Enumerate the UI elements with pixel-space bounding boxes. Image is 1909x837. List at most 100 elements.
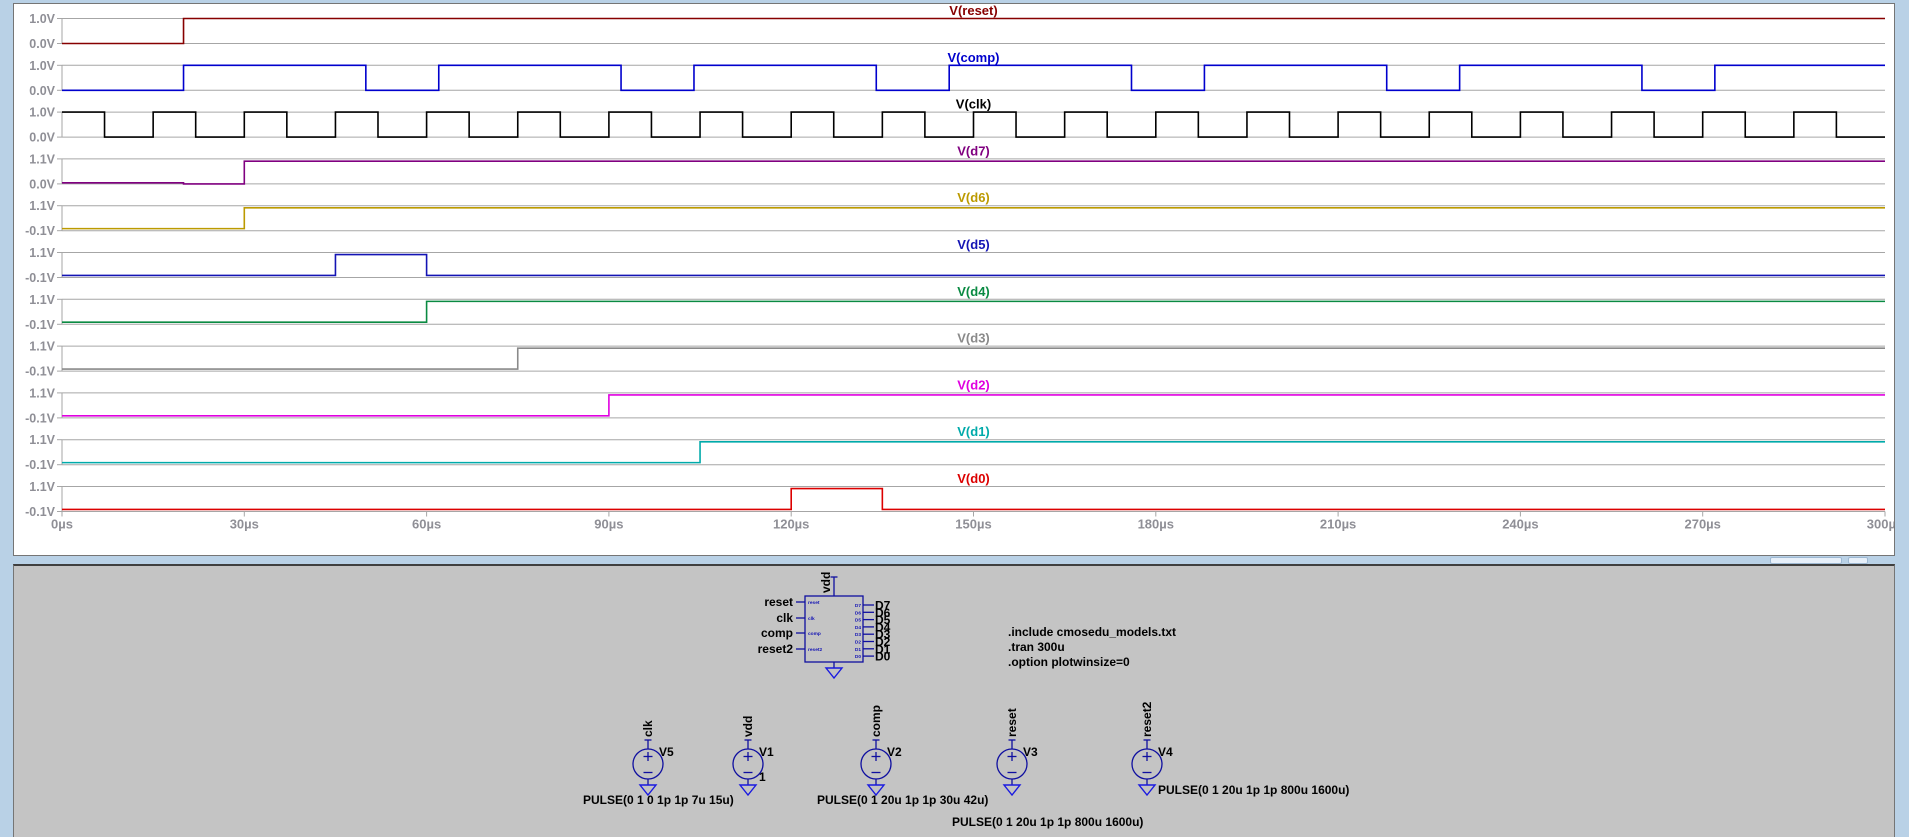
net-label-vdd[interactable]: vdd — [741, 716, 755, 737]
voltage-source-v5[interactable]: clk V5 PULSE(0 1 0 1p 1p 7u 15u) — [583, 720, 734, 807]
voltage-source-v4[interactable]: reset2 V4 PULSE(0 1 20u 1p 1p 800u 1600u) — [1132, 701, 1349, 797]
pane-0-ymax-label: 1.0V — [29, 12, 55, 26]
trace-vd0[interactable] — [62, 489, 1885, 510]
source-value-v3[interactable]: PULSE(0 1 20u 1p 1p 800u 1600u) — [952, 815, 1143, 829]
waveform-viewer-window: 1.0V0.0VV(reset)1.0V0.0VV(comp)1.0V0.0VV… — [13, 3, 1895, 556]
ground-icon[interactable] — [740, 785, 756, 795]
voltage-source-v3[interactable]: reset V3 PULSE(0 1 20u 1p 1p 800u 1600u) — [952, 708, 1143, 829]
trace-vd1[interactable] — [62, 442, 1885, 463]
voltage-source-v2[interactable]: comp V2 PULSE(0 1 20u 1p 1p 30u 42u) — [817, 705, 988, 807]
source-value-v4[interactable]: PULSE(0 1 20u 1p 1p 800u 1600u) — [1158, 783, 1349, 797]
pane-4-ymax-label: 1.1V — [29, 199, 55, 213]
spice-directives[interactable]: .include cmosedu_models.txt .tran 300u .… — [1008, 625, 1176, 669]
pin-name-inner-d5: D5 — [855, 618, 861, 624]
vdd-net-label[interactable]: vdd — [819, 572, 833, 593]
waveform-plot-area[interactable]: 1.0V0.0VV(reset)1.0V0.0VV(comp)1.0V0.0VV… — [14, 4, 1894, 555]
pane-1-ymin-label: 0.0V — [29, 84, 55, 98]
source-value-v5[interactable]: PULSE(0 1 0 1p 1p 7u 15u) — [583, 793, 734, 807]
pin-name-inner-d7: D7 — [855, 603, 861, 609]
directive-option[interactable]: .option plotwinsize=0 — [1008, 655, 1130, 669]
trace-vd5[interactable] — [62, 255, 1885, 276]
pane-8-ymin-label: -0.1V — [25, 411, 56, 425]
pane-5-ymax-label: 1.1V — [29, 246, 55, 260]
window-splitter-grip[interactable] — [1848, 557, 1868, 564]
pin-label-clk[interactable]: clk — [776, 611, 793, 625]
pane-8-ymax-label: 1.1V — [29, 386, 55, 400]
voltage-source-v1[interactable]: vdd V1 1 — [733, 716, 774, 795]
pin-name-inner-d3: D3 — [855, 632, 861, 638]
trace-title-vcomp[interactable]: V(comp) — [948, 50, 1000, 65]
time-tick-label-90: 90µs — [594, 517, 623, 532]
time-tick-label-300: 300µs — [1867, 517, 1894, 532]
trace-vreset[interactable] — [62, 19, 1885, 44]
trace-vd6[interactable] — [62, 208, 1885, 229]
trace-vd3[interactable] — [62, 348, 1885, 369]
window-splitter-handle[interactable] — [1770, 557, 1842, 564]
pane-9-ymax-label: 1.1V — [29, 433, 55, 447]
pin-name-inner-d1: D1 — [855, 647, 861, 653]
source-name-v1[interactable]: V1 — [759, 745, 774, 759]
trace-title-vd6[interactable]: V(d6) — [957, 190, 990, 205]
trace-title-vd2[interactable]: V(d2) — [957, 377, 990, 392]
time-tick-label-150: 150µs — [955, 517, 991, 532]
pin-name-inner-d6: D6 — [855, 610, 861, 616]
trace-title-vd0[interactable]: V(d0) — [957, 471, 990, 486]
trace-title-vclk[interactable]: V(clk) — [956, 97, 991, 112]
trace-title-vd4[interactable]: V(d4) — [957, 284, 990, 299]
pane-9-ymin-label: -0.1V — [25, 458, 56, 472]
pin-label-comp[interactable]: comp — [761, 626, 793, 640]
pane-3-ymax-label: 1.1V — [29, 152, 55, 166]
pane-0-ymin-label: 0.0V — [29, 37, 55, 51]
source-name-v3[interactable]: V3 — [1023, 745, 1038, 759]
pane-2-ymin-label: 0.0V — [29, 131, 55, 145]
pin-name-inner-clk: clk — [808, 616, 815, 622]
trace-vcomp[interactable] — [62, 65, 1885, 90]
pin-name-inner-d0: D0 — [855, 654, 861, 660]
pane-5-ymin-label: -0.1V — [25, 271, 56, 285]
pin-name-inner-d2: D2 — [855, 640, 861, 646]
trace-title-vd7[interactable]: V(d7) — [957, 143, 990, 158]
directive-include[interactable]: .include cmosedu_models.txt — [1008, 625, 1176, 639]
pin-name-inner-reset: reset — [808, 600, 820, 606]
pane-4-ymin-label: -0.1V — [25, 224, 56, 238]
source-name-v5[interactable]: V5 — [659, 745, 674, 759]
directive-tran[interactable]: .tran 300u — [1008, 640, 1065, 654]
ground-icon[interactable] — [826, 668, 842, 678]
trace-title-vd1[interactable]: V(d1) — [957, 424, 990, 439]
net-label-comp[interactable]: comp — [869, 705, 883, 737]
time-tick-label-120: 120µs — [773, 517, 809, 532]
trace-vclk[interactable] — [62, 112, 1885, 137]
pane-3-ymin-label: 0.0V — [29, 177, 55, 191]
pane-7-ymin-label: -0.1V — [25, 365, 56, 379]
pane-7-ymax-label: 1.1V — [29, 340, 55, 354]
trace-vd7[interactable] — [62, 161, 1885, 184]
trace-title-vd3[interactable]: V(d3) — [957, 331, 990, 346]
time-tick-label-60: 60µs — [412, 517, 441, 532]
source-value-v1[interactable]: 1 — [759, 770, 766, 784]
time-tick-label-210: 210µs — [1320, 517, 1356, 532]
schematic-canvas[interactable]: vdd .include cmosedu_models.txt .tran 30… — [14, 566, 1894, 835]
pin-name-inner-reset2: reset2 — [808, 647, 822, 653]
source-name-v4[interactable]: V4 — [1158, 745, 1173, 759]
ground-icon[interactable] — [1139, 785, 1155, 795]
source-name-v2[interactable]: V2 — [887, 745, 902, 759]
pin-name-inner-comp: comp — [808, 632, 821, 637]
ground-icon[interactable] — [1004, 785, 1020, 795]
time-tick-label-180: 180µs — [1138, 517, 1174, 532]
pane-10-ymax-label: 1.1V — [29, 480, 55, 494]
trace-title-vd5[interactable]: V(d5) — [957, 237, 990, 252]
pin-label-d0[interactable]: D0 — [875, 650, 891, 664]
source-value-v2[interactable]: PULSE(0 1 20u 1p 1p 30u 42u) — [817, 793, 988, 807]
pin-label-reset[interactable]: reset — [764, 595, 793, 609]
net-label-clk[interactable]: clk — [641, 720, 655, 737]
net-label-reset[interactable]: reset — [1005, 708, 1019, 737]
time-tick-label-240: 240µs — [1502, 517, 1538, 532]
pin-label-reset2[interactable]: reset2 — [758, 642, 794, 656]
trace-vd2[interactable] — [62, 395, 1885, 416]
time-tick-label-0: 0µs — [51, 517, 73, 532]
trace-vd4[interactable] — [62, 301, 1885, 322]
sar-block-symbol[interactable]: vdd — [805, 572, 863, 678]
net-label-reset2[interactable]: reset2 — [1140, 701, 1154, 737]
time-tick-label-270: 270µs — [1684, 517, 1720, 532]
trace-title-vreset[interactable]: V(reset) — [949, 4, 997, 18]
